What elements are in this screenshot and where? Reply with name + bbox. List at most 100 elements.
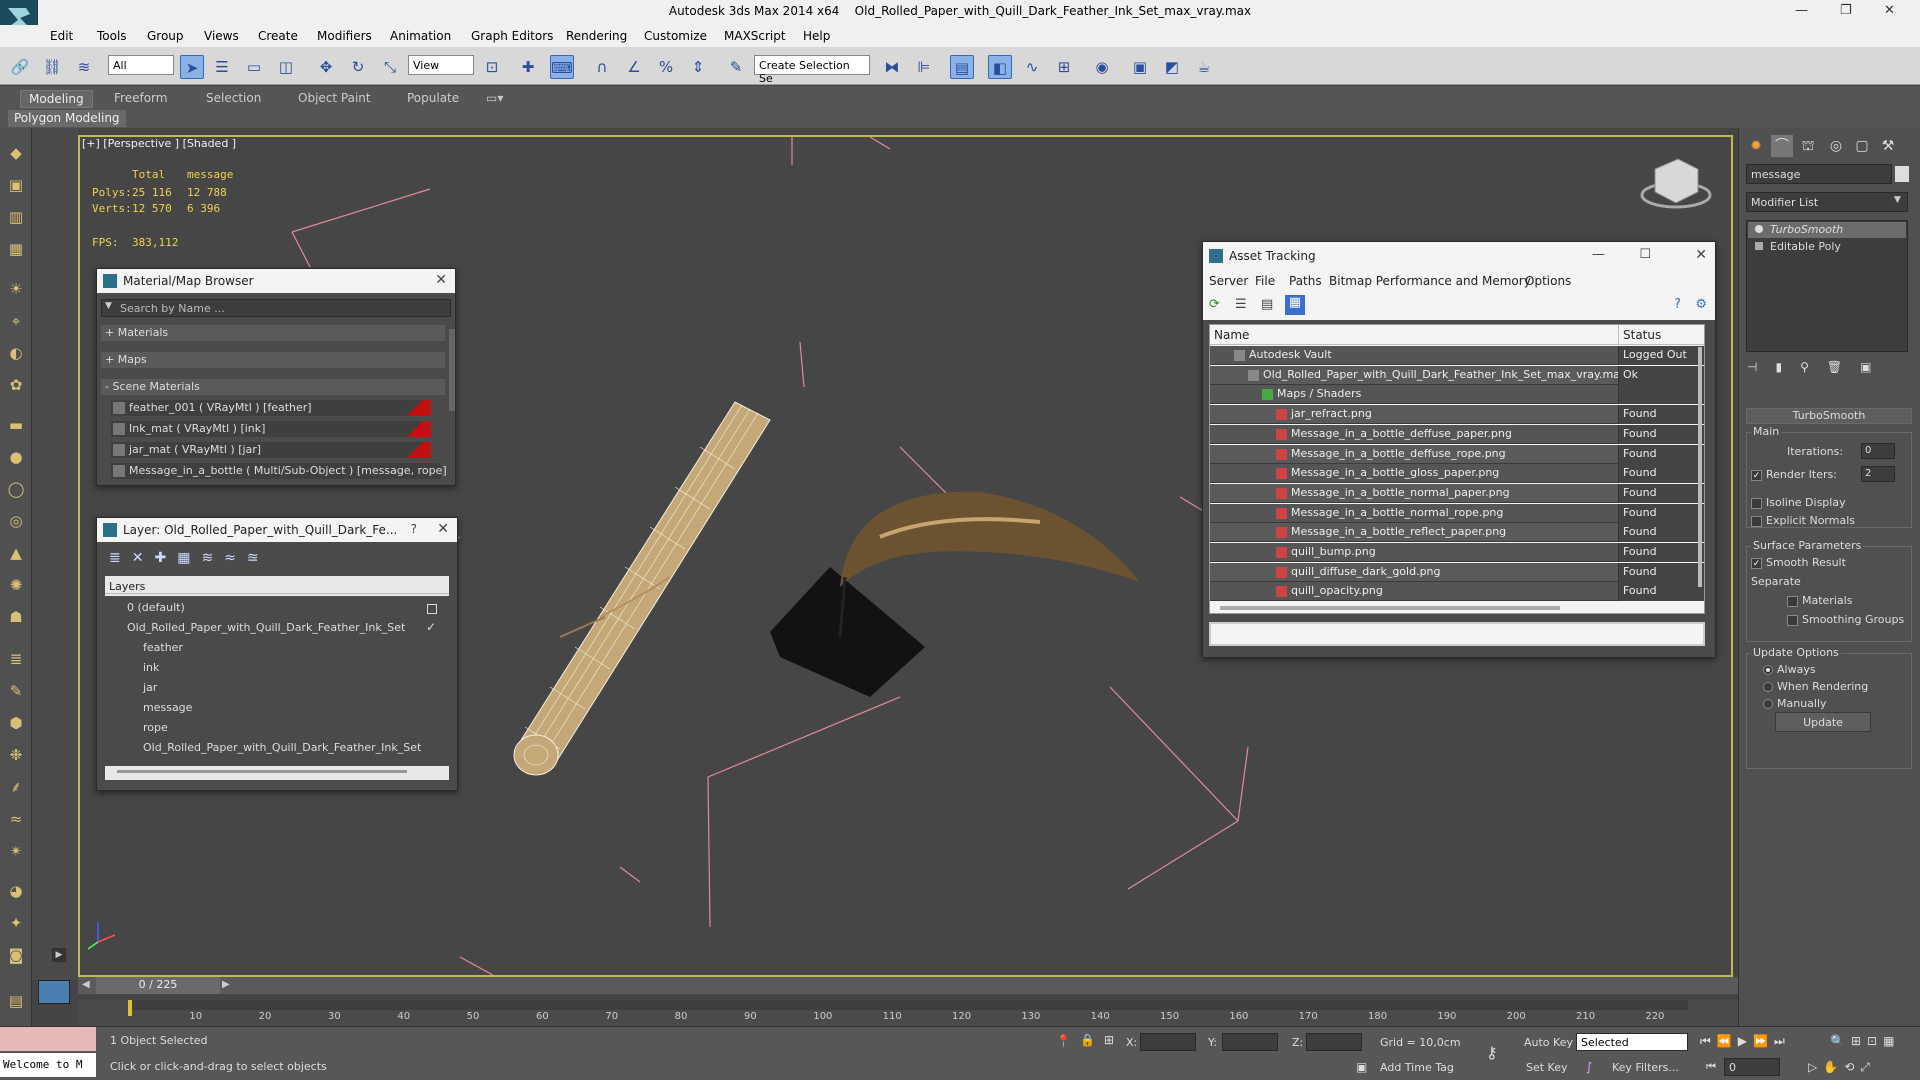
expand-plus-icon[interactable] [1755,242,1763,250]
asset-row[interactable]: jar_refract.png Found [1210,405,1704,425]
render-iters-checkbox[interactable]: ✓ [1751,469,1762,481]
track-bar[interactable]: 10 20 30 40 50 60 70 80 90 100 110 120 130 140 150 160 1… [78,1000,1738,1026]
cone-icon[interactable]: ▲ [5,542,27,564]
select-and-move-icon[interactable]: ✥ [314,55,338,79]
asset-minimize-icon[interactable]: — [1592,247,1605,262]
window-crossing-icon[interactable]: ◫ [274,55,298,79]
absolute-mode-icon[interactable]: ⊞ [1104,1033,1114,1047]
xv-icon[interactable]: ✴ [5,840,27,862]
modify-tab-icon[interactable]: ⌒ [1771,135,1793,157]
key-filters-button[interactable]: Key Filters... [1612,1061,1679,1074]
material-item[interactable]: jar_mat ( VRayMtl ) [jar] [111,442,431,458]
explicit-normals-checkbox[interactable] [1751,515,1762,527]
plane-icon[interactable]: ▬ [5,414,27,436]
menu-views[interactable]: Views [204,29,239,43]
geosphere-icon[interactable]: ◯ [5,478,27,500]
set-key-icon[interactable]: ⚷ [1486,1043,1498,1062]
list-view-icon[interactable]: ☰ [1235,297,1247,312]
asset-tracking-titlebar[interactable]: Asset Tracking — ☐ ✕ [1203,242,1715,270]
select-and-scale-icon[interactable]: ⤡ [378,55,402,79]
ribbon-panel-polygon-modeling[interactable]: Polygon Modeling [8,110,126,127]
when-rendering-radio[interactable] [1763,682,1773,692]
camera-icon[interactable]: ⌖ [5,310,27,332]
field-of-view-icon[interactable]: ▷ [1808,1060,1823,1074]
named-selection-dropdown[interactable]: Create Selection Se [754,55,870,85]
sphere-icon[interactable]: ● [5,446,27,468]
layer-help-button[interactable]: ? [411,522,417,536]
smooth-result-checkbox[interactable]: ✓ [1751,557,1762,569]
light-icon[interactable]: ☀ [5,278,27,300]
utilities-tab-icon[interactable]: ⚒ [1877,135,1899,157]
maximize-viewport-icon[interactable]: ⤢ [1860,1060,1876,1074]
modifier-list-dropdown[interactable]: Modifier List [1746,192,1908,212]
prev-frame-icon[interactable]: ◀ [82,979,90,990]
separate-materials-checkbox[interactable] [1787,595,1798,607]
sun-icon[interactable]: ✺ [5,574,27,596]
go-to-end-icon[interactable]: ⏭ [1774,1034,1791,1048]
play-icon[interactable]: ▶ [1738,1034,1753,1048]
asset-menu-bitmap[interactable]: Bitmap Performance and Memory [1329,274,1531,288]
render-iters-row[interactable]: ✓ Render Iters: [1751,468,1837,481]
layer-row[interactable]: message [143,701,192,717]
asset-row[interactable]: Message_in_a_bottle_deffuse_paper.png Fou… [1210,424,1704,444]
layer-row[interactable]: Old_Rolled_Paper_with_Quill_Dark_Feather… [127,621,405,637]
select-manipulate-icon[interactable]: ✚ [516,55,540,79]
asset-row[interactable]: quill_opacity.png Found [1210,582,1704,602]
ribbon-tab-selection[interactable]: Selection [206,91,261,105]
turbosmooth-rollout-header[interactable]: TurboSmooth [1746,408,1912,424]
default-tangent-icon[interactable]: ∫ [1586,1060,1592,1074]
stairs-icon[interactable]: ≣ [5,648,27,670]
modifier-editable-poly[interactable]: Editable Poly [1748,239,1906,255]
active-layer-check-icon[interactable]: ✓ [426,620,436,634]
y-coordinate-field[interactable] [1222,1033,1278,1051]
layer-horizontal-scrollbar[interactable] [117,770,407,773]
menu-edit[interactable]: Edit [50,29,73,43]
rectangular-selection-icon[interactable]: ▭ [242,55,266,79]
show-end-result-icon[interactable]: ▮ [1775,360,1800,374]
asset-row[interactable]: quill_bump.png Found [1210,543,1704,562]
object-name-field[interactable]: message [1746,164,1892,184]
materials-row[interactable]: Materials [1787,594,1852,607]
mini-viewport-icon[interactable] [38,980,70,1004]
compound-icon[interactable]: ⬢ [5,712,27,734]
material-editor-icon[interactable]: ◉ [1090,55,1114,79]
script-icon[interactable]: ▤ [5,990,27,1012]
isoline-row[interactable]: Isoline Display [1751,496,1846,509]
menu-rendering[interactable]: Rendering [566,29,627,43]
menu-customize[interactable]: Customize [644,29,707,43]
keyboard-shortcut-override-icon[interactable]: ⌨ [550,55,574,79]
space-warp-icon[interactable]: ✿ [5,374,27,396]
thumbnail-view-icon[interactable]: ▤ [1261,297,1273,312]
auto-key-button[interactable]: Auto Key [1524,1036,1573,1049]
render-iters-spinner[interactable]: 2 [1861,466,1895,482]
time-slider-thumb[interactable]: 0 / 225 [96,977,220,994]
schematic-view-icon[interactable]: ⊞ [1052,55,1076,79]
asset-row[interactable]: Maps / Shaders [1210,385,1704,405]
hair-fur-icon[interactable]: ⸙ [5,776,27,798]
layer-row[interactable]: Old_Rolled_Paper_with_Quill_Dark_Feather… [143,741,421,757]
menu-maxscript[interactable]: MAXScript [724,29,786,43]
pivot-center-icon[interactable]: ⊡ [480,55,504,79]
material-browser-close-icon[interactable]: ✕ [435,272,447,288]
render-production-icon[interactable]: ☕ [1192,55,1216,79]
shape-icon[interactable]: ✎ [5,680,27,702]
add-to-layer-icon[interactable]: ✚ [154,550,177,566]
helper-icon[interactable]: ◐ [5,342,27,364]
add-time-tag[interactable]: Add Time Tag [1380,1061,1454,1074]
materials-group[interactable]: + Materials [101,325,445,341]
minimize-button[interactable]: — [1795,3,1808,18]
maxscript-listener-mini[interactable] [0,1027,96,1051]
create-geometry-icon[interactable]: ◆ [5,142,27,164]
edit-named-selection-icon[interactable]: ✎ [724,55,748,79]
go-to-start-icon[interactable]: ⏮ [1700,1034,1717,1048]
scene-materials-group[interactable]: - Scene Materials [101,379,445,395]
asset-row[interactable]: quill_diffuse_dark_gold.png Found [1210,562,1704,582]
rendered-frame-window-icon[interactable]: ◩ [1160,55,1184,79]
smooth-result-row[interactable]: ✓ Smooth Result [1751,556,1846,569]
asset-horizontal-scrollbar[interactable] [1220,606,1560,610]
render-setup-icon[interactable]: ▣ [1128,55,1152,79]
select-in-layer-icon[interactable]: ▦ [177,550,201,566]
time-tag-icon[interactable]: ▣ [1356,1060,1367,1074]
material-browser-scrollbar[interactable] [449,329,455,411]
hf-icon[interactable]: ≈ [5,808,27,830]
